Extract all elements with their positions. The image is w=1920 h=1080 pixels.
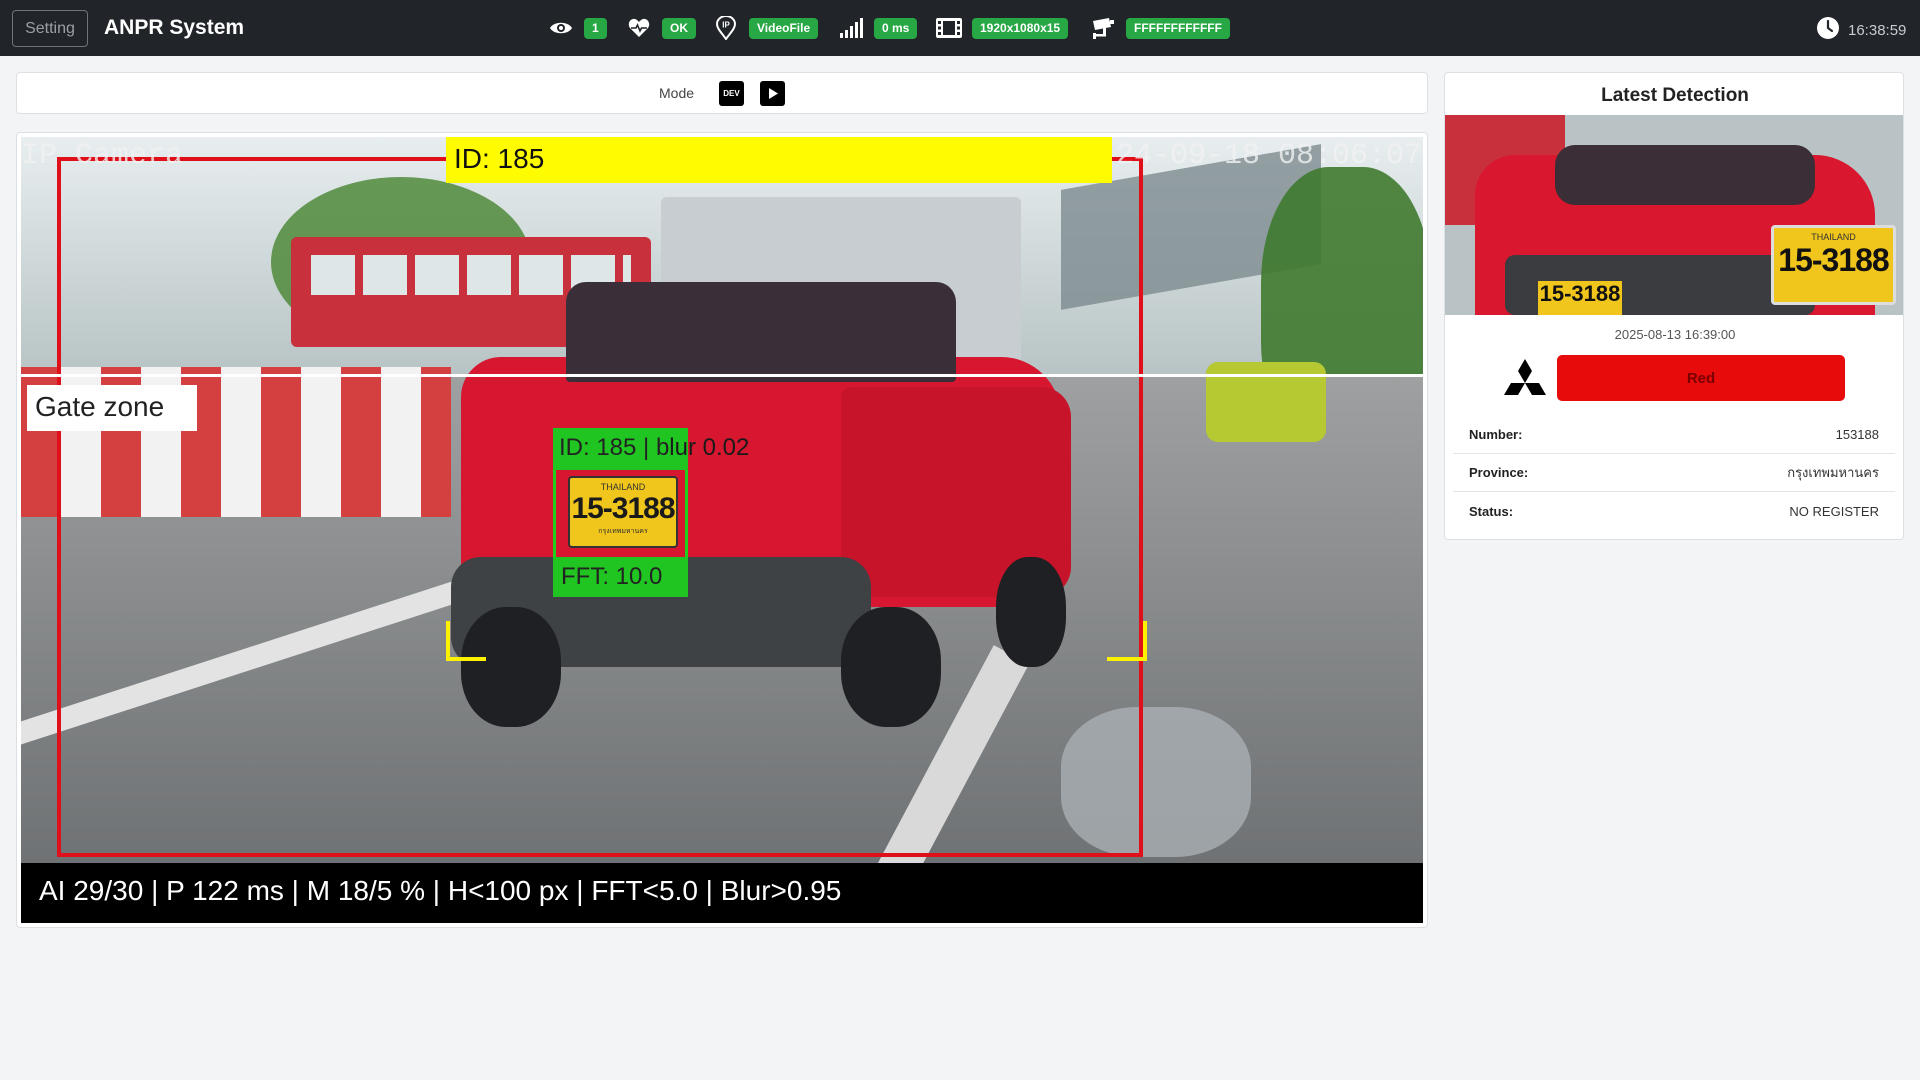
plate-crop-number: 15-3188 [1778, 242, 1889, 278]
gate-zone-label: Gate zone [27, 385, 197, 431]
top-navbar: Setting ANPR System 1 OK IP VideoFile 0 … [0, 0, 1920, 56]
heartbeat-icon [626, 15, 652, 41]
latency-stat: 0 ms [838, 14, 918, 42]
resolution-badge: 1920x1080x15 [972, 17, 1069, 39]
detail-value: กรุงเทพมหานคร [1787, 465, 1879, 480]
detail-key: Status: [1469, 503, 1514, 519]
latency-badge: 0 ms [874, 17, 918, 39]
clock-icon [1816, 16, 1840, 45]
health-badge: OK [662, 17, 696, 39]
detection-snapshot[interactable]: 15-3188 THAILAND 15-3188 [1445, 115, 1903, 315]
health-stat: OK [626, 14, 696, 42]
snapshot-windshield [1555, 145, 1815, 205]
svg-text:IP: IP [722, 21, 730, 30]
camera-timestamp: 24-09-18 08:06:07 [1116, 139, 1423, 173]
vehicle-color-chip[interactable]: Red [1557, 355, 1845, 401]
pipeline-status-strip: AI 29/30 | P 122 ms | M 18/5 % | H<100 p… [21, 863, 1423, 923]
detail-row-status: Status: NO REGISTER [1453, 492, 1895, 530]
plate-info-header: ID: 185 | blur 0.02 [553, 428, 749, 470]
roi-bracket-right [1107, 621, 1147, 661]
mitsubishi-logo-icon [1499, 357, 1551, 409]
gate-zone-line [21, 374, 1423, 377]
detail-value: 153188 [1835, 427, 1879, 442]
mode-bar: Mode DEV [16, 72, 1428, 114]
plate-province: กรุงเทพมหานคร [598, 528, 648, 535]
detail-key: Province: [1469, 465, 1529, 480]
detection-datetime: 2025-08-13 16:39:00 [1614, 327, 1736, 342]
detail-key: Number: [1469, 427, 1523, 442]
camera-id-stat: FFFFFFFFFFFF [1090, 14, 1230, 42]
camera-label: IP Camera [21, 139, 184, 173]
snapshot-plate: 15-3188 [1538, 281, 1622, 315]
clock: 16:38:59 [1816, 16, 1906, 45]
camera-id-badge: FFFFFFFFFFFF [1126, 17, 1230, 39]
latest-detection-card: Latest Detection 15-3188 THAILAND 15-318… [1444, 72, 1904, 540]
resolution-stat: 1920x1080x15 [936, 14, 1069, 42]
detail-row-number: Number: 153188 [1453, 416, 1895, 454]
plate-country: THAILAND [600, 482, 646, 492]
plate-crop-country: THAILAND [1811, 232, 1856, 242]
source-badge: VideoFile [749, 17, 819, 39]
play-mode-button[interactable] [760, 81, 785, 106]
cctv-camera-icon [1090, 15, 1116, 41]
mode-label: Mode [659, 85, 695, 101]
play-icon [768, 88, 778, 99]
detail-value: NO REGISTER [1789, 503, 1879, 519]
latest-detection-title: Latest Detection [1601, 85, 1749, 106]
dev-mode-button[interactable]: DEV [719, 81, 744, 106]
film-icon [936, 15, 962, 41]
plate-crop-inset: THAILAND 15-3188 [1771, 225, 1896, 305]
eye-icon [548, 15, 574, 41]
roi-bracket-left [446, 621, 486, 661]
ip-location-icon: IP [713, 15, 739, 41]
license-plate: THAILAND 15-3188 กรุงเทพมหานคร [568, 476, 678, 548]
plate-track-id: ID: 185 | b [559, 434, 670, 461]
plate-blur-value: lur 0.02 [669, 434, 750, 461]
signal-icon [838, 15, 864, 41]
plate-fft-label: FFT: 10.0 [553, 557, 688, 597]
source-stat: IP VideoFile [713, 14, 819, 42]
viewer-count-badge: 1 [584, 17, 607, 39]
app-title: ANPR System [104, 16, 245, 39]
detail-row-province: Province: กรุงเทพมหานคร [1453, 454, 1895, 492]
video-stream[interactable]: IP Camera 24-09-18 08:06:07 ID: 185 Gate… [21, 137, 1423, 923]
track-id-bar: ID: 185 [446, 137, 1112, 183]
plate-number: 15-3188 [571, 492, 675, 525]
video-panel: IP Camera 24-09-18 08:06:07 ID: 185 Gate… [16, 132, 1428, 928]
viewer-count-stat: 1 [548, 14, 607, 42]
setting-button[interactable]: Setting [12, 10, 88, 47]
clock-time: 16:38:59 [1848, 22, 1907, 39]
